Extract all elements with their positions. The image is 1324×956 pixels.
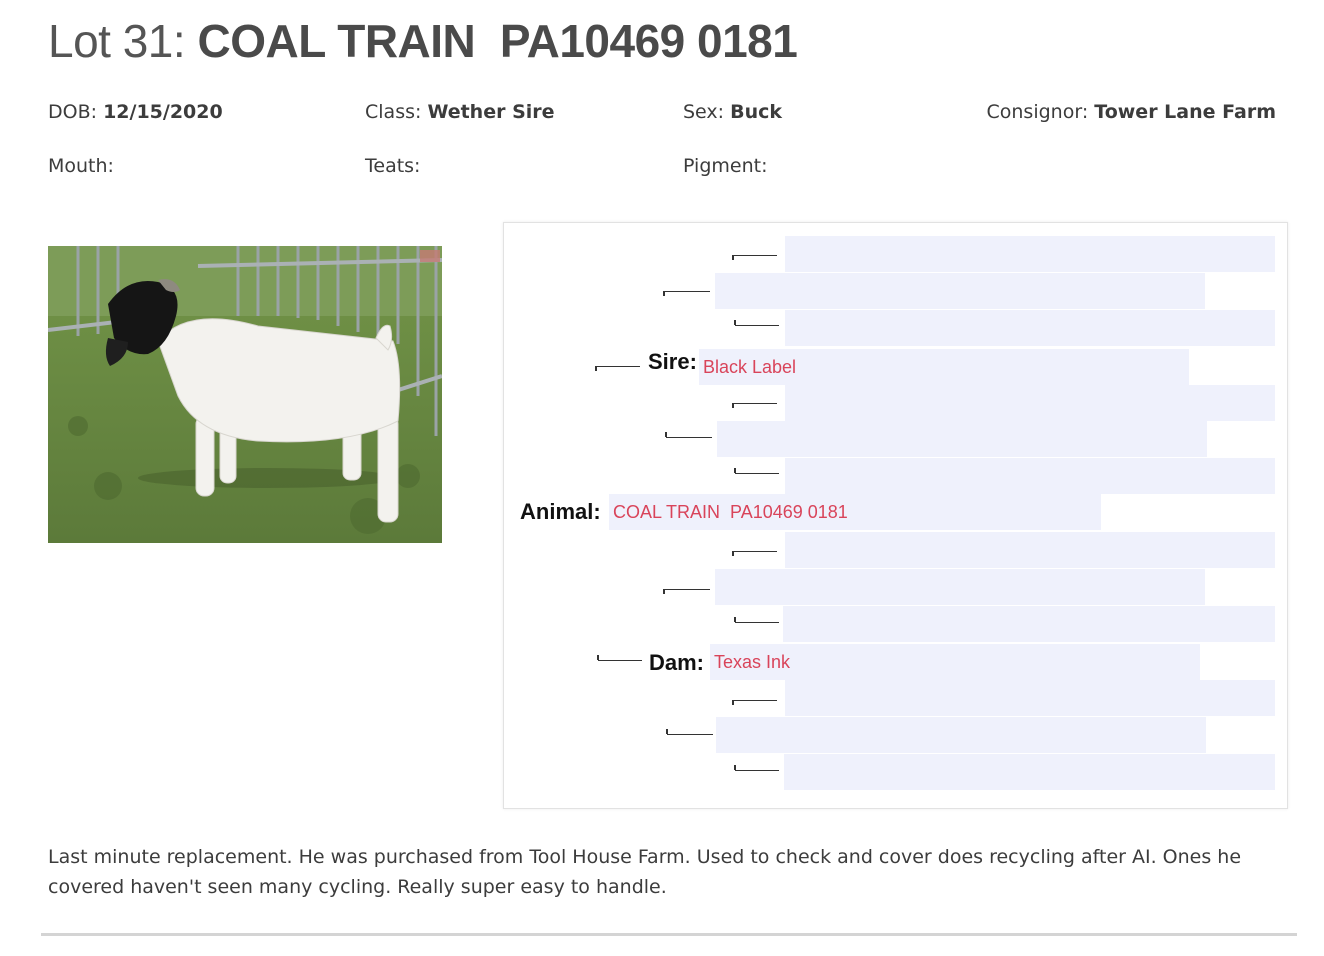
pedigree-ggs-4[interactable] <box>785 680 1275 716</box>
pedigree-ggs-1[interactable] <box>785 236 1275 272</box>
pedigree-connector <box>663 291 710 296</box>
pedigree-gd-2[interactable] <box>716 717 1206 753</box>
pedigree-ggd-4[interactable] <box>784 754 1275 790</box>
pigment-label: Pigment: <box>683 155 768 177</box>
teats-label: Teats: <box>365 155 421 177</box>
pedigree-ggs-2[interactable] <box>785 385 1275 421</box>
pedigree-connector <box>663 589 710 594</box>
sex-label: Sex: <box>683 101 725 123</box>
pedigree-gs-1[interactable] <box>715 273 1205 309</box>
pedigree-connector <box>734 617 779 623</box>
class-label: Class: <box>365 101 422 123</box>
pigment-field: Pigment: <box>683 155 767 177</box>
consignor-field: Consignor: Tower Lane Farm <box>987 101 1277 123</box>
goat-image <box>48 246 442 543</box>
divider <box>41 933 1297 936</box>
consignor-value: Tower Lane Farm <box>1094 101 1276 123</box>
pedigree-ggd-2[interactable] <box>785 458 1275 494</box>
pedigree-chart: Sire: Black Label Animal: COAL TRAIN PA1… <box>503 222 1288 809</box>
goat-photo[interactable] <box>48 246 442 543</box>
consignor-label: Consignor: <box>986 101 1089 123</box>
pedigree-connector <box>665 432 712 438</box>
pedigree-ggs-3[interactable] <box>785 532 1275 568</box>
mouth-label: Mouth: <box>48 155 114 177</box>
pedigree-connector <box>732 700 777 705</box>
sex-field: Sex: Buck <box>683 101 782 123</box>
dob-field: DOB: 12/15/2020 <box>48 101 223 123</box>
pedigree-connector <box>734 320 779 326</box>
animal-value[interactable]: COAL TRAIN PA10469 0181 <box>609 494 1101 530</box>
pedigree-gs-2[interactable] <box>715 569 1205 605</box>
lot-title: Lot 31: COAL TRAIN PA10469 0181 <box>48 14 798 68</box>
teats-field: Teats: <box>365 155 420 177</box>
pedigree-ggd-1[interactable] <box>785 310 1275 346</box>
dam-label: Dam: <box>649 650 705 675</box>
pedigree-connector <box>595 366 640 371</box>
pedigree-connector <box>666 729 713 735</box>
lot-number: Lot 31: <box>48 15 186 67</box>
dob-value: 12/15/2020 <box>103 101 223 123</box>
sire-value[interactable]: Black Label <box>699 349 1189 385</box>
class-value: Wether Sire <box>427 101 555 123</box>
pedigree-connector <box>732 551 777 556</box>
mouth-field: Mouth: <box>48 155 114 177</box>
dob-label: DOB: <box>48 101 98 123</box>
class-field: Class: Wether Sire <box>365 101 555 123</box>
pedigree-connector <box>732 255 777 260</box>
pedigree-connector <box>734 468 779 474</box>
pedigree-connector <box>732 403 777 408</box>
pedigree-gd-1[interactable] <box>717 421 1207 457</box>
animal-name: COAL TRAIN PA10469 0181 <box>197 15 798 67</box>
animal-label: Animal: <box>520 499 601 524</box>
sex-value: Buck <box>730 101 783 123</box>
sire-label: Sire: <box>648 349 697 374</box>
pedigree-ggd-3[interactable] <box>783 606 1275 642</box>
pedigree-connector <box>597 655 642 661</box>
pedigree-connector <box>734 765 779 771</box>
dam-value[interactable]: Texas Ink <box>710 644 1200 680</box>
lot-description: Last minute replacement. He was purchase… <box>48 846 1242 898</box>
